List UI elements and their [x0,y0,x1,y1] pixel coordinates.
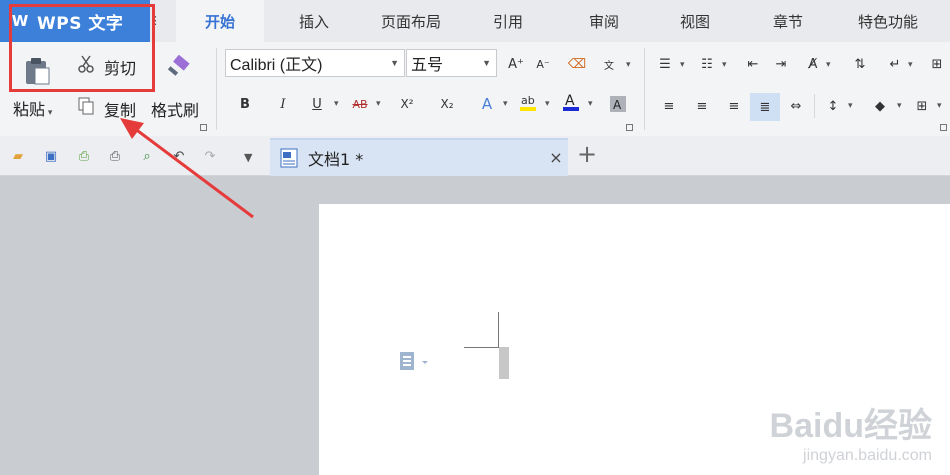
character-shading-icon[interactable]: A [607,93,629,115]
align-center-icon[interactable]: ≡ [691,95,713,117]
paste-label: 粘贴 [13,100,46,119]
shrink-font-icon[interactable]: A⁻ [532,53,554,75]
document-file-icon [278,147,300,169]
new-tab-icon[interactable]: + [576,140,598,168]
numbered-list-icon[interactable]: ☷ [696,53,718,75]
paste-options-icon[interactable] [398,350,438,376]
sort-icon[interactable]: ⇅ [849,53,871,75]
tab-insert[interactable]: 插入 [276,0,352,42]
font-color-dropdown-icon[interactable]: ▾ [588,99,593,109]
tab-page-layout[interactable]: 页面布局 [366,0,456,42]
font-size-value: 五号 [411,57,444,74]
paste-button[interactable]: 粘贴 ▾ [13,96,52,120]
tab-special-features[interactable]: 特色功能 [840,0,936,42]
align-left-icon[interactable]: ≡ [658,95,680,117]
tab-home[interactable]: 开始 [176,0,264,42]
text-direction-dropdown-icon[interactable]: ▾ [826,60,831,70]
borders-icon[interactable]: ⊞ [911,95,933,117]
font-size-dropdown-icon[interactable]: ▼ [482,58,491,68]
format-painter-icon[interactable] [164,54,192,82]
decrease-indent-icon[interactable]: ⇤ [742,53,764,75]
line-spacing-icon[interactable]: ↕ [822,95,844,117]
clear-format-icon[interactable]: ⌫ [566,53,588,75]
ribbon-divider [814,94,815,118]
paste-dropdown-icon[interactable]: ▾ [45,108,53,118]
grow-font-icon[interactable]: A⁺ [505,53,527,75]
italic-button[interactable]: I [272,93,294,115]
phonetic-dropdown-icon[interactable]: ▾ [626,60,631,70]
phonetic-guide-icon[interactable]: 文 [598,53,620,75]
text-direction-icon[interactable]: A̸ [802,53,824,75]
bullet-list-dropdown-icon[interactable]: ▾ [680,60,685,70]
bold-button[interactable]: B [234,93,256,115]
text-effects-icon[interactable]: A [476,93,498,115]
baidu-jingyan-watermark: Baidu经验 jingyan.baidu.com [770,398,932,465]
highlight-dropdown-icon[interactable]: ▾ [545,99,550,109]
bullet-list-icon[interactable]: ☰ [654,53,676,75]
highlight-annotation-box [9,4,155,92]
watermark-brand: Baidu经验 [769,407,932,445]
text-cursor [499,347,509,379]
font-launcher-icon[interactable] [626,124,633,131]
document-tab[interactable]: 文档1 * [270,138,568,176]
svg-text:ab: ab [521,94,535,107]
line-spacing-dropdown-icon[interactable]: ▾ [848,101,853,111]
show-marks-icon[interactable]: ↵ [884,53,906,75]
margin-corner-mark [464,347,499,348]
tab-chapter[interactable]: 章节 [750,0,826,42]
svg-text:A: A [565,93,575,109]
save-icon[interactable]: ▣ [40,145,62,167]
watermark-url: jingyan.baidu.com [803,447,932,464]
tab-view[interactable]: 视图 [657,0,733,42]
shading-dropdown-icon[interactable]: ▾ [897,101,902,111]
strikethrough-button[interactable]: AB [349,93,371,115]
underline-button[interactable]: U [306,93,328,115]
font-size-select[interactable]: 五号 ▼ [406,49,497,77]
show-marks-dropdown-icon[interactable]: ▾ [908,60,913,70]
align-right-icon[interactable]: ≡ [723,95,745,117]
export-pdf-icon[interactable]: ⎙ [73,145,95,167]
subscript-button[interactable]: X₂ [436,93,458,115]
borders-dropdown-icon[interactable]: ▾ [937,101,942,111]
annotation-arrow [120,118,254,219]
highlight-color-icon[interactable]: ab [517,91,539,113]
justify-icon[interactable]: ≣ [750,93,780,121]
font-family-select[interactable]: Calibri (正文) ▼ [225,49,405,77]
text-effects-dropdown-icon[interactable]: ▾ [503,99,508,109]
margin-corner-mark [498,312,499,348]
font-family-dropdown-icon[interactable]: ▼ [390,58,399,68]
open-folder-icon[interactable]: ▰ [7,145,29,167]
svg-text:A: A [613,98,622,112]
font-color-icon[interactable]: A [560,91,582,113]
shading-fill-icon[interactable]: ◆ [869,95,891,117]
distributed-align-icon[interactable]: ⇔ [785,95,807,117]
underline-dropdown-icon[interactable]: ▾ [334,99,339,109]
document-tab-title: 文档1 * [308,150,364,169]
table-grid-icon[interactable]: ⊞ [926,53,948,75]
superscript-button[interactable]: X² [396,93,418,115]
font-family-value: Calibri (正文) [230,57,323,74]
increase-indent-icon[interactable]: ⇥ [770,53,792,75]
copy-icon[interactable] [76,96,96,116]
numbered-list-dropdown-icon[interactable]: ▾ [722,60,727,70]
tab-review[interactable]: 审阅 [566,0,642,42]
tab-references[interactable]: 引用 [470,0,546,42]
close-tab-icon[interactable]: × [545,146,567,168]
paragraph-launcher-icon[interactable] [940,124,947,131]
ribbon-divider [644,48,645,130]
strikethrough-dropdown-icon[interactable]: ▾ [376,99,381,109]
